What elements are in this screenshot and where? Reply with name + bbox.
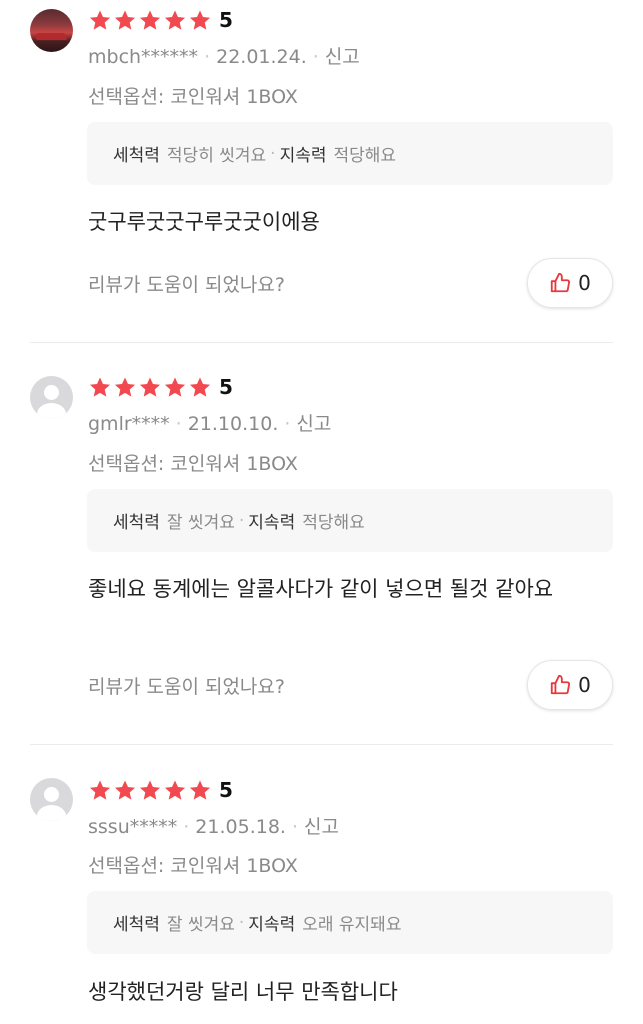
rating-score: 5 <box>219 778 233 802</box>
tag-key-cleaning: 세척력 <box>113 915 160 935</box>
review-item: 5 sssu***** · 21.05.18. · 신고 선택옵션: 코인워셔 1BOX… <box>0 0 643 1024</box>
user-icon-body <box>37 805 66 821</box>
report-link[interactable]: 신고 <box>304 816 339 838</box>
star-icon <box>189 780 211 800</box>
star-icon <box>164 780 186 800</box>
reviewer-id: sssu***** <box>88 816 178 838</box>
review-date: 21.05.18. <box>195 816 286 838</box>
meta-separator: · <box>183 816 190 838</box>
avatar[interactable] <box>30 778 73 821</box>
star-icon <box>89 780 111 800</box>
tag-value-duration: 오래 유지돼요 <box>302 915 402 935</box>
meta-separator: · <box>291 816 298 838</box>
review-meta: sssu***** · 21.05.18. · 신고 <box>88 812 339 839</box>
star-rating <box>88 779 212 802</box>
tag-key-duration: 지속력 <box>248 915 296 935</box>
tag-separator: · <box>238 912 245 933</box>
review-text: 생각했던거랑 달리 너무 만족합니다 <box>88 980 398 1004</box>
star-icon <box>139 780 161 800</box>
user-icon <box>44 787 59 802</box>
star-icon <box>114 780 136 800</box>
evaluation-tags: 세척력 잘 씻겨요 · 지속력 오래 유지돼요 <box>87 891 613 954</box>
tag-value-cleaning: 잘 씻겨요 <box>166 915 235 935</box>
selected-option: 선택옵션: 코인워셔 1BOX <box>88 855 298 877</box>
